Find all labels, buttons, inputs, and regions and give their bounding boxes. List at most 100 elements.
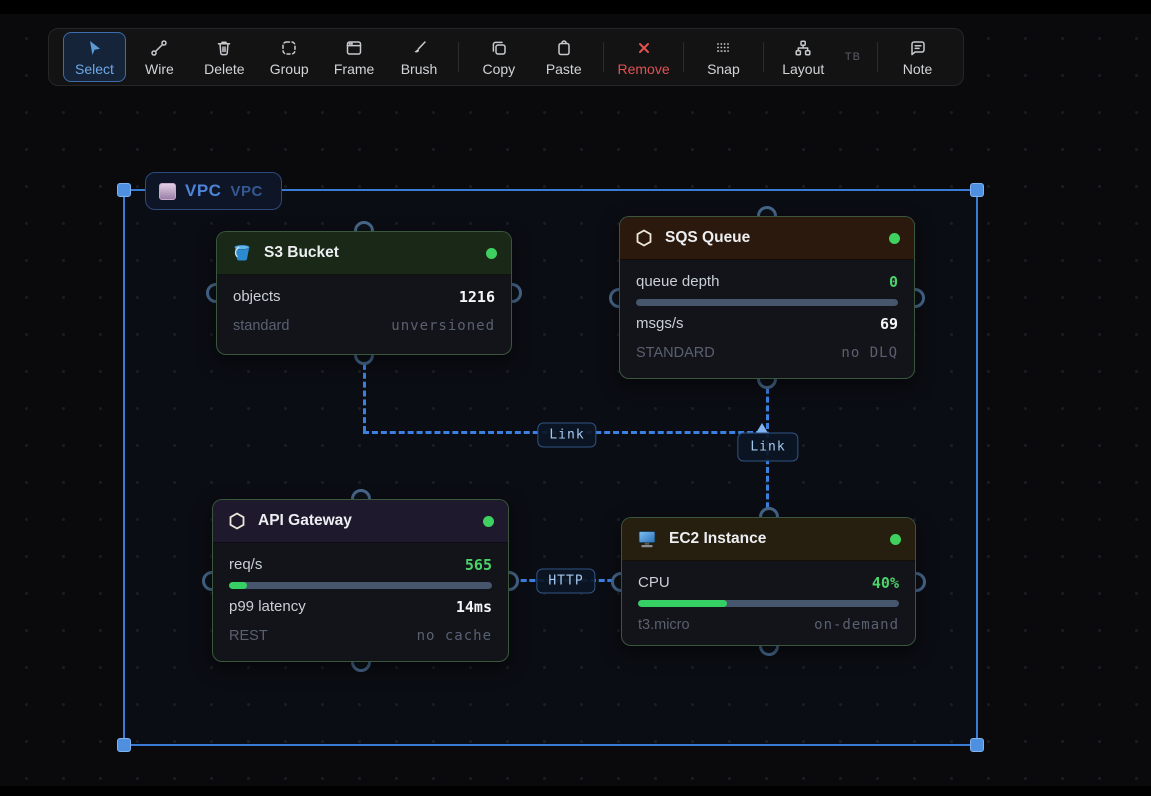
metric-row: queue depth 0 xyxy=(636,267,898,296)
node-s3-bucket[interactable]: S3 Bucket objects 1216 standard unversio… xyxy=(206,221,522,365)
meta-row: REST no cache xyxy=(229,621,492,650)
top-black-strip xyxy=(0,0,1151,14)
metric-label: msgs/s xyxy=(636,315,684,332)
delete-tool-button[interactable]: Delete xyxy=(193,32,256,82)
frame-title: VPC xyxy=(185,181,222,200)
snap-tool-button[interactable]: Snap xyxy=(692,32,755,82)
metric-row: msgs/s 69 xyxy=(636,309,898,338)
hexagon-icon xyxy=(229,512,245,530)
bottom-black-strip xyxy=(0,786,1151,796)
layout-tree-icon xyxy=(795,39,811,56)
status-dot xyxy=(890,533,901,545)
metric-value: 69 xyxy=(879,314,898,333)
toolbar-separator xyxy=(458,42,460,72)
node-api-gateway[interactable]: API Gateway req/s 565 p99 latency 14ms R… xyxy=(202,489,519,672)
progress-track xyxy=(636,299,898,306)
clipboard-icon xyxy=(557,39,570,55)
frame-icon xyxy=(346,40,362,55)
cursor-icon xyxy=(90,40,101,55)
brush-icon xyxy=(414,40,426,52)
status-dot xyxy=(483,515,494,527)
metric-label: req/s xyxy=(229,556,263,573)
wire-label-link-1[interactable]: Link xyxy=(537,422,597,448)
metric-value: 40% xyxy=(871,573,899,592)
frame-resize-handle-bottom-right[interactable] xyxy=(970,738,984,752)
toolbar: Select Wire Delete Group Frame Brush Cop… xyxy=(48,28,964,86)
note-bubble-icon xyxy=(910,40,925,55)
group-tool-button[interactable]: Group xyxy=(258,32,321,82)
meta-right: on-demand xyxy=(814,616,899,633)
metric-row: objects 1216 xyxy=(233,282,495,311)
note-tool-button[interactable]: Note xyxy=(886,32,949,82)
diagram-canvas[interactable]: VPC VPC Link Link HTTP S3 Bucket objects… xyxy=(0,14,1151,786)
metric-row: req/s 565 xyxy=(229,550,492,579)
metric-row: p99 latency 14ms xyxy=(229,592,492,621)
meta-row: t3.micro on-demand xyxy=(638,610,899,639)
metric-row: CPU 40% xyxy=(638,568,899,597)
snap-grid-icon xyxy=(717,42,730,52)
meta-right: no DLQ xyxy=(841,344,898,361)
frame-tool-button[interactable]: Frame xyxy=(323,32,386,82)
wire-label-http[interactable]: HTTP xyxy=(536,568,596,594)
status-dot xyxy=(889,232,900,244)
node-header[interactable]: EC2 Instance xyxy=(622,518,915,561)
metric-label: CPU xyxy=(638,574,670,591)
layout-direction-badge: TB xyxy=(844,51,861,63)
wire-tool-button[interactable]: Wire xyxy=(128,32,191,82)
node-sqs-queue[interactable]: SQS Queue queue depth 0 msgs/s 69 STANDA… xyxy=(609,206,925,389)
meta-left: standard xyxy=(233,317,290,334)
progress-fill xyxy=(638,600,727,607)
node-title: API Gateway xyxy=(258,512,352,529)
wire-arrowhead xyxy=(756,423,768,433)
meta-left: STANDARD xyxy=(636,344,715,361)
frame-resize-handle-bottom-left[interactable] xyxy=(117,738,131,752)
progress-row xyxy=(636,296,898,309)
copy-tool-button[interactable]: Copy xyxy=(467,32,530,82)
frame-type-label: VPC xyxy=(230,182,263,200)
brush-tool-button[interactable]: Brush xyxy=(388,32,451,82)
meta-left: REST xyxy=(229,627,268,644)
frame-resize-handle-top-left[interactable] xyxy=(117,183,131,197)
toolbar-separator xyxy=(683,42,684,72)
s3-bucket-icon xyxy=(234,244,250,261)
node-title: EC2 Instance xyxy=(669,530,767,547)
progress-track xyxy=(638,600,899,607)
meta-right: no cache xyxy=(416,627,492,644)
meta-left: t3.micro xyxy=(638,616,690,633)
x-icon xyxy=(638,42,649,53)
wire-s3-to-sqs-segment[interactable] xyxy=(363,355,366,432)
meta-row: standard unversioned xyxy=(233,311,495,340)
frame-swatch-icon xyxy=(159,182,176,200)
metric-label: queue depth xyxy=(636,273,720,290)
computer-icon xyxy=(638,531,656,548)
progress-row xyxy=(638,597,899,610)
trash-icon xyxy=(218,40,231,55)
meta-right: unversioned xyxy=(391,317,495,334)
toolbar-separator xyxy=(603,42,605,72)
select-tool-button[interactable]: Select xyxy=(63,32,126,82)
node-header[interactable]: S3 Bucket xyxy=(217,232,511,275)
vpc-frame-label[interactable]: VPC VPC xyxy=(145,172,282,210)
layout-tool-button[interactable]: Layout xyxy=(772,32,835,82)
metric-label: p99 latency xyxy=(229,598,306,615)
node-title: SQS Queue xyxy=(665,229,751,246)
hexagon-icon xyxy=(636,229,652,247)
paste-tool-button[interactable]: Paste xyxy=(532,32,595,82)
metric-value: 1216 xyxy=(458,287,495,306)
node-header[interactable]: SQS Queue xyxy=(620,217,914,260)
status-dot xyxy=(486,247,497,259)
metric-label: objects xyxy=(233,288,281,305)
group-icon xyxy=(282,40,296,55)
metric-value: 565 xyxy=(464,555,492,574)
progress-fill xyxy=(229,582,248,589)
node-ec2-instance[interactable]: EC2 Instance CPU 40% t3.micro on-demand xyxy=(611,507,926,656)
wire-label-link-2[interactable]: Link xyxy=(737,432,799,462)
remove-tool-button[interactable]: Remove xyxy=(612,32,675,82)
toolbar-separator xyxy=(877,42,879,72)
toolbar-separator xyxy=(762,42,764,72)
progress-track xyxy=(229,582,492,589)
metric-value: 0 xyxy=(888,272,898,291)
node-header[interactable]: API Gateway xyxy=(213,500,508,543)
frame-resize-handle-top-right[interactable] xyxy=(970,183,984,197)
copy-icon xyxy=(492,41,506,55)
